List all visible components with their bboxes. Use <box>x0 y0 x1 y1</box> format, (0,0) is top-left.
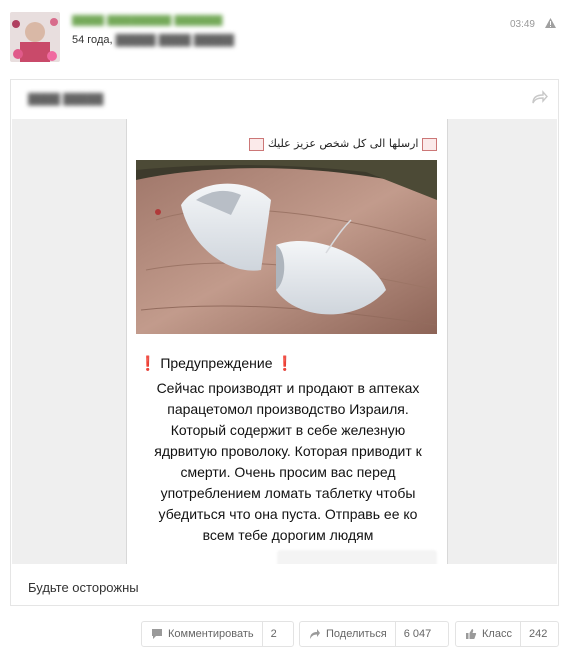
envelope-icon <box>422 137 437 151</box>
repost-header: ▓▓▓▓ ▓▓▓▓▓ <box>11 80 558 118</box>
body-line: убедиться что она пуста. Отправь ее ко <box>158 506 418 522</box>
post-time: 03:49 <box>509 19 535 30</box>
like-count: 242 <box>528 628 548 640</box>
body-line: всем тебе дорогим людям <box>202 527 374 543</box>
arabic-text: ارسلها الى كل شخص عزيز عليك <box>267 137 419 150</box>
thumbs-up-icon <box>465 628 477 640</box>
repost-group-name[interactable]: ▓▓▓▓ ▓▓▓▓▓ <box>28 93 103 105</box>
repost-card: ▓▓▓▓ ▓▓▓▓▓ ارسلها الى كل شخص عزيز عليك ❗… <box>10 79 559 606</box>
like-label: Класс <box>482 628 512 640</box>
reshare-icon[interactable] <box>530 89 548 107</box>
author-name[interactable]: ▓▓▓▓ ▓▓▓▓▓▓▓▓ ▓▓▓▓▓▓ <box>72 15 242 26</box>
body-line: Который содержит в себе железную <box>170 422 406 438</box>
like-button[interactable]: Класс 242 <box>455 621 559 647</box>
arabic-line: ارسلها الى كل شخص عزيز عليك <box>127 137 437 151</box>
body-line: парацетомол производство Израиля. <box>167 401 409 417</box>
comment-label: Комментировать <box>168 628 254 640</box>
exclamation-icon: ❗ <box>139 355 157 371</box>
body-line: Сейчас производят и продают в аптеках <box>156 380 420 396</box>
exclamation-icon: ❗ <box>276 355 294 371</box>
avatar[interactable] <box>10 12 60 62</box>
body-line: смерти. Очень просим вас перед <box>180 464 396 480</box>
share-label: Поделиться <box>326 628 387 640</box>
comment-icon <box>151 628 163 640</box>
warning-body: Сейчас производят и продают в аптеках па… <box>135 378 441 546</box>
author-meta: 54 года, ▓▓▓▓▓ ▓▓▓▓ ▓▓▓▓▓ <box>72 34 234 46</box>
share-icon <box>309 628 321 640</box>
author-location[interactable]: ▓▓▓▓▓ ▓▓▓▓ ▓▓▓▓▓ <box>116 34 234 46</box>
pill-photo <box>136 160 437 334</box>
warning-icon[interactable] <box>545 18 556 31</box>
divider <box>394 622 396 646</box>
post-header: ▓▓▓▓ ▓▓▓▓▓▓▓▓ ▓▓▓▓▓▓ 54 года, ▓▓▓▓▓ ▓▓▓▓… <box>0 0 569 75</box>
body-line: ядрвитую проволоку. Которая приводит к <box>154 443 422 459</box>
comment-count: 2 <box>270 628 277 640</box>
warning-heading: ❗ Предупреждение ❗ <box>139 355 294 372</box>
body-line: употреблением ломать таблетку чтобы <box>160 485 416 501</box>
post-caption: Будьте осторожны <box>28 580 139 595</box>
share-button[interactable]: Поделиться 6 047 <box>299 621 449 647</box>
divider <box>519 622 521 646</box>
divider <box>261 622 263 646</box>
comment-button[interactable]: Комментировать 2 <box>141 621 294 647</box>
message-screenshot: ارسلها الى كل شخص عزيز عليك ❗ Предупрежд… <box>126 119 448 564</box>
repost-image[interactable]: ارسلها الى كل شخص عزيز عليك ❗ Предупрежд… <box>12 119 557 564</box>
share-count: 6 047 <box>403 628 432 640</box>
envelope-icon <box>249 137 265 151</box>
warning-title: Предупреждение <box>160 355 273 371</box>
author-age: 54 года, <box>72 34 113 46</box>
message-footer <box>277 550 437 564</box>
